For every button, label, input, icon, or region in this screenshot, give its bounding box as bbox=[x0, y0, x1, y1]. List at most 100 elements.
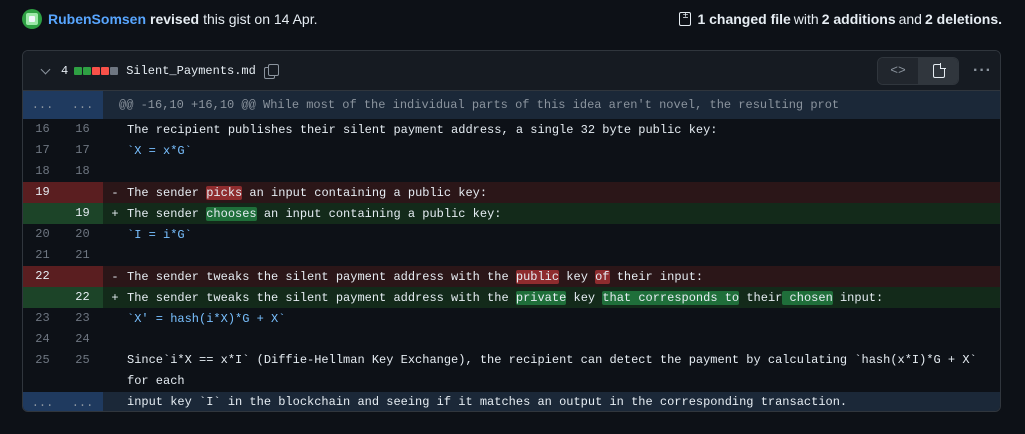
diffstat-block bbox=[83, 66, 92, 75]
old-line-number[interactable] bbox=[23, 203, 62, 224]
diff-sign: - bbox=[111, 269, 119, 284]
diff-sign: - bbox=[111, 185, 119, 200]
diff-line: 18 18 bbox=[23, 161, 1000, 182]
file-diff-icon bbox=[679, 10, 692, 26]
diff-line: 19 - The sender picks an input containing … bbox=[23, 182, 1000, 203]
code-text: The sender tweaks the silent payment add… bbox=[127, 290, 516, 305]
expand-down-button[interactable]: ... bbox=[23, 392, 62, 411]
word-highlight: picks bbox=[206, 185, 243, 200]
line-code: The sender chooses an input containing a… bbox=[127, 206, 1000, 221]
old-line-number[interactable]: 25 bbox=[23, 350, 62, 392]
new-line-number[interactable]: 21 bbox=[62, 245, 103, 266]
file-icon bbox=[932, 62, 946, 78]
code-text: key bbox=[566, 290, 603, 305]
chevron-down-icon[interactable] bbox=[41, 66, 51, 76]
line-code: Since`i*X == x*I` (Diffie-Hellman Key Ex… bbox=[127, 353, 977, 409]
code-text: their input: bbox=[609, 269, 704, 284]
expand-down-button-right[interactable]: ... bbox=[62, 392, 103, 411]
code-text: The sender bbox=[127, 206, 207, 221]
inline-code: `I = i*G` bbox=[127, 227, 192, 242]
diffstat-blocks bbox=[74, 66, 119, 75]
expand-up-button[interactable]: ... bbox=[23, 91, 62, 119]
deletions-count: 2 deletions. bbox=[924, 11, 1002, 27]
diff-table: ... ... @@ -16,10 +16,10 @@ While most o… bbox=[23, 91, 1000, 411]
old-line-number[interactable]: 16 bbox=[23, 119, 62, 140]
action-text: revised bbox=[150, 11, 200, 27]
new-line-number[interactable]: 18 bbox=[62, 161, 103, 182]
inline-code: `X' = hash(i*X)*G + X` bbox=[127, 311, 286, 326]
new-line-number[interactable] bbox=[62, 266, 103, 287]
old-line-number[interactable]: 23 bbox=[23, 308, 62, 329]
diff-line: 21 21 bbox=[23, 245, 1000, 266]
diffstat-block bbox=[74, 66, 83, 75]
old-line-number[interactable]: 21 bbox=[23, 245, 62, 266]
file-name[interactable]: Silent_Payments.md bbox=[126, 64, 256, 78]
diff-line: 17 17 `X = x*G` bbox=[23, 140, 1000, 161]
word-highlight: that corresponds to bbox=[602, 290, 740, 305]
old-line-number[interactable]: 17 bbox=[23, 140, 62, 161]
rich-view-button[interactable] bbox=[918, 57, 959, 84]
view-toggle: <> bbox=[877, 56, 960, 85]
old-line-number[interactable]: 24 bbox=[23, 329, 62, 350]
copy-icon[interactable] bbox=[263, 63, 279, 79]
code-text: an input containing a public key: bbox=[256, 206, 502, 221]
word-highlight: chooses bbox=[206, 206, 257, 221]
new-line-number[interactable] bbox=[62, 182, 103, 203]
new-line-number[interactable]: 22 bbox=[62, 287, 103, 308]
changed-files-count: 1 changed file bbox=[697, 11, 791, 27]
old-line-number[interactable]: 20 bbox=[23, 224, 62, 245]
diffstat-block bbox=[92, 66, 101, 75]
additions-count: 2 additions bbox=[821, 11, 896, 27]
code-view-button[interactable]: <> bbox=[878, 57, 919, 84]
more-options-icon[interactable]: ··· bbox=[973, 62, 992, 80]
old-line-number[interactable]: 22 bbox=[23, 266, 62, 287]
diff-summary: 1 changed file with 2 additions and 2 de… bbox=[679, 10, 1002, 27]
new-line-number[interactable]: 16 bbox=[62, 119, 103, 140]
code-text: their bbox=[739, 290, 783, 305]
diff-line: 16 16 The recipient publishes their silent… bbox=[23, 119, 1000, 140]
author-link[interactable]: RubenSomsen bbox=[48, 11, 146, 27]
diff-line: 24 24 bbox=[23, 329, 1000, 350]
new-line-number[interactable]: 23 bbox=[62, 308, 103, 329]
line-code: The sender picks an input containing a p… bbox=[127, 185, 1000, 200]
line-code: `X = x*G` bbox=[127, 144, 1000, 158]
hunk-header: ... ... @@ -16,10 +16,10 @@ While most o… bbox=[23, 91, 1000, 119]
line-code: The sender tweaks the silent payment add… bbox=[127, 269, 1000, 284]
old-line-number[interactable]: 18 bbox=[23, 161, 62, 182]
diff-line: 23 23 `X' = hash(i*X)*G + X` bbox=[23, 308, 1000, 329]
code-text: input: bbox=[832, 290, 884, 305]
change-count: 4 bbox=[61, 63, 69, 78]
line-code: The sender tweaks the silent payment add… bbox=[127, 290, 1000, 305]
file-header: 4 Silent_Payments.md <> ··· bbox=[23, 51, 1000, 91]
new-line-number[interactable]: 20 bbox=[62, 224, 103, 245]
word-highlight: chosen bbox=[782, 290, 833, 305]
diffstat-block bbox=[110, 66, 119, 75]
old-line-number[interactable] bbox=[23, 287, 62, 308]
diffstat-block bbox=[101, 66, 110, 75]
diff-line: 19 + The sender chooses an input containin… bbox=[23, 203, 1000, 224]
code-text: key bbox=[559, 269, 596, 284]
code-text: an input containing a public key: bbox=[242, 185, 488, 200]
avatar[interactable] bbox=[22, 9, 42, 29]
line-code: The recipient publishes their silent pay… bbox=[127, 122, 718, 137]
hunk-text: @@ -16,10 +16,10 @@ While most of the in… bbox=[119, 98, 840, 112]
diff-line: 22 - The sender tweaks the silent payment … bbox=[23, 266, 1000, 287]
file-actions: <> ··· bbox=[877, 56, 992, 85]
diff-sign: + bbox=[111, 290, 119, 305]
word-highlight: private bbox=[515, 290, 567, 305]
new-line-number[interactable]: 25 bbox=[62, 350, 103, 392]
word-highlight: of bbox=[595, 269, 610, 284]
expand-up-button-right[interactable]: ... bbox=[62, 91, 103, 119]
word-highlight: public bbox=[515, 269, 560, 284]
new-line-number[interactable]: 19 bbox=[62, 203, 103, 224]
revision-meta: this gist on 14 Apr. bbox=[203, 11, 318, 27]
diff-line: 25 25 Since`i*X == x*I` (Diffie-Hellman Ke… bbox=[23, 350, 1000, 409]
new-line-number[interactable]: 24 bbox=[62, 329, 103, 350]
revision-header: RubenSomsen revised this gist on 14 Apr.… bbox=[22, 9, 1002, 29]
diff-line: 22 + The sender tweaks the silent payment … bbox=[23, 287, 1000, 308]
old-line-number[interactable]: 19 bbox=[23, 182, 62, 203]
file-diff: 4 Silent_Payments.md <> ··· ... ... @@ -… bbox=[22, 50, 1001, 412]
code-text: The sender tweaks the silent payment add… bbox=[127, 269, 516, 284]
diff-sign: + bbox=[111, 206, 119, 221]
new-line-number[interactable]: 17 bbox=[62, 140, 103, 161]
